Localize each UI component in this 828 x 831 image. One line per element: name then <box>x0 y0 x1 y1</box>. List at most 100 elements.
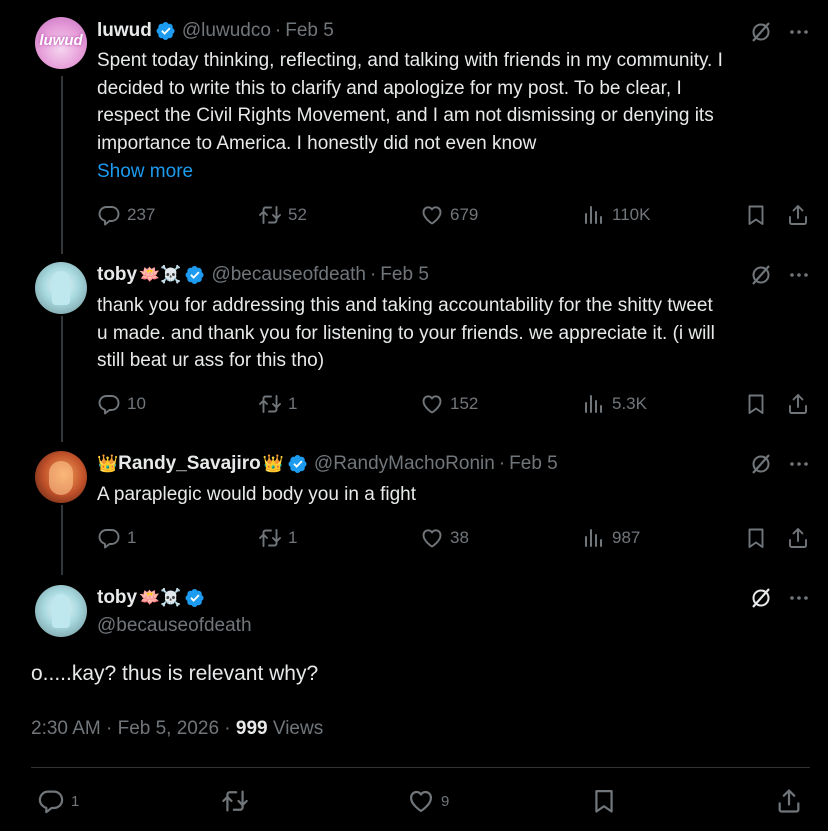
post-date[interactable]: Feb 5 <box>380 264 429 286</box>
share-icon <box>786 392 810 416</box>
reply-button[interactable]: 1 <box>37 787 79 815</box>
like-button[interactable]: 152 <box>420 392 478 416</box>
handle[interactable]: @becauseofdeath <box>97 615 252 637</box>
display-name[interactable]: toby <box>97 587 137 609</box>
post-actions: 10 1 152 5.3K <box>0 392 828 418</box>
avatar[interactable] <box>35 451 87 503</box>
verified-badge-icon <box>185 265 205 285</box>
post-text-line: importance to America. I honestly did no… <box>97 132 537 154</box>
share-icon <box>786 203 810 227</box>
post-timestamp[interactable]: 2:30 AM · Feb 5, 2026 · <box>31 718 236 739</box>
bookmark-icon <box>744 203 768 227</box>
like-count: 9 <box>441 792 450 810</box>
bookmark-button[interactable] <box>744 392 768 416</box>
like-button[interactable]: 38 <box>420 526 469 550</box>
bookmark-button[interactable] <box>744 203 768 227</box>
avatar[interactable] <box>35 262 87 314</box>
post-top-actions <box>749 20 811 44</box>
repost-button[interactable]: 1 <box>258 526 297 550</box>
crown-emoji: 👑 <box>262 454 284 474</box>
views-count: 5.3K <box>612 394 647 413</box>
separator-dot: · <box>498 453 506 474</box>
repost-icon <box>258 526 282 550</box>
share-button[interactable] <box>786 203 810 227</box>
post-text-line: still beat ur ass for this tho) <box>97 350 325 371</box>
repost-button[interactable]: 52 <box>258 203 307 227</box>
more-icon[interactable] <box>787 20 811 44</box>
reply-icon <box>97 392 121 416</box>
share-button[interactable] <box>775 787 803 815</box>
display-name[interactable]: Randy_Savajiro <box>118 453 261 475</box>
reply-count: 237 <box>127 205 156 224</box>
bookmark-icon <box>744 526 768 550</box>
post-top-actions <box>749 586 811 610</box>
bookmark-button[interactable] <box>590 787 618 815</box>
display-name[interactable]: toby <box>97 264 137 286</box>
views-count: 110K <box>612 205 651 224</box>
like-count: 679 <box>450 205 479 224</box>
repost-count: 1 <box>288 528 298 547</box>
grok-icon[interactable] <box>749 263 773 287</box>
share-button[interactable] <box>786 392 810 416</box>
post-text: Spent today thinking, reflecting, and ta… <box>97 47 817 157</box>
like-count: 152 <box>450 394 479 413</box>
post-header: toby 🪷☠️ @becauseofdeath · Feb 5 <box>97 263 429 287</box>
post-date[interactable]: Feb 5 <box>285 20 334 42</box>
more-icon[interactable] <box>787 586 811 610</box>
verified-badge-icon <box>185 588 205 608</box>
like-count: 38 <box>450 528 469 547</box>
show-more-link[interactable]: Show more <box>97 161 193 183</box>
grok-icon[interactable] <box>749 20 773 44</box>
verified-badge-icon <box>288 454 308 474</box>
handle[interactable]: @becauseofdeath <box>211 264 366 286</box>
verified-badge-icon <box>156 21 176 41</box>
reply-count: 1 <box>127 528 137 547</box>
share-icon <box>786 526 810 550</box>
handle[interactable]: @luwudco <box>182 20 271 42</box>
main-post-text: o.....kay? thus is relevant why? <box>31 662 319 685</box>
like-button[interactable]: 679 <box>420 203 478 227</box>
handle[interactable]: @RandyMachoRonin <box>314 453 495 475</box>
avatar[interactable] <box>35 585 87 637</box>
reply-button[interactable]: 10 <box>97 392 146 416</box>
post-header: 👑 Randy_Savajiro 👑 @RandyMachoRonin · Fe… <box>97 452 558 476</box>
avatar[interactable]: luwud <box>35 17 87 69</box>
views-button[interactable]: 987 <box>582 526 640 550</box>
views-button[interactable]: 110K <box>582 203 650 227</box>
share-button[interactable] <box>786 526 810 550</box>
post-text-line: decided to write this to clarify and apo… <box>97 77 682 99</box>
like-button[interactable]: 9 <box>407 787 449 815</box>
views-icon <box>582 392 606 416</box>
grok-icon[interactable] <box>749 586 773 610</box>
views-total: 999 <box>235 718 268 739</box>
post-text: thank you for addressing this and taking… <box>97 292 817 375</box>
main-post-author: toby 🪷☠️ <box>97 586 205 610</box>
post-date[interactable]: Feb 5 <box>509 453 558 475</box>
more-icon[interactable] <box>787 452 811 476</box>
post-actions: 237 52 679 110K <box>0 203 828 229</box>
like-icon <box>420 203 444 227</box>
views-button[interactable]: 5.3K <box>582 392 647 416</box>
views-count: 987 <box>612 528 641 547</box>
avatar-figure <box>52 594 70 628</box>
separator-dot: · <box>274 20 282 41</box>
repost-button[interactable] <box>221 787 249 815</box>
repost-button[interactable]: 1 <box>258 392 297 416</box>
display-name[interactable]: luwud <box>97 20 152 42</box>
reply-button[interactable]: 1 <box>97 526 136 550</box>
views-icon <box>582 526 606 550</box>
post-text: A paraplegic would body you in a fight <box>97 481 817 509</box>
main-post-actions: 1 9 <box>0 787 828 813</box>
post-top-actions <box>749 263 811 287</box>
share-icon <box>775 787 803 815</box>
repost-icon <box>221 787 249 815</box>
more-icon[interactable] <box>787 263 811 287</box>
bookmark-button[interactable] <box>744 526 768 550</box>
post-text-line: A paraplegic would body you in a fight <box>97 484 416 505</box>
post-text-line: u made. and thank you for listening to y… <box>97 322 715 344</box>
bookmark-icon <box>590 787 618 815</box>
grok-icon[interactable] <box>749 452 773 476</box>
avatar-logo: luwud <box>39 32 83 49</box>
reply-button[interactable]: 237 <box>97 203 155 227</box>
reply-count: 10 <box>127 394 146 413</box>
